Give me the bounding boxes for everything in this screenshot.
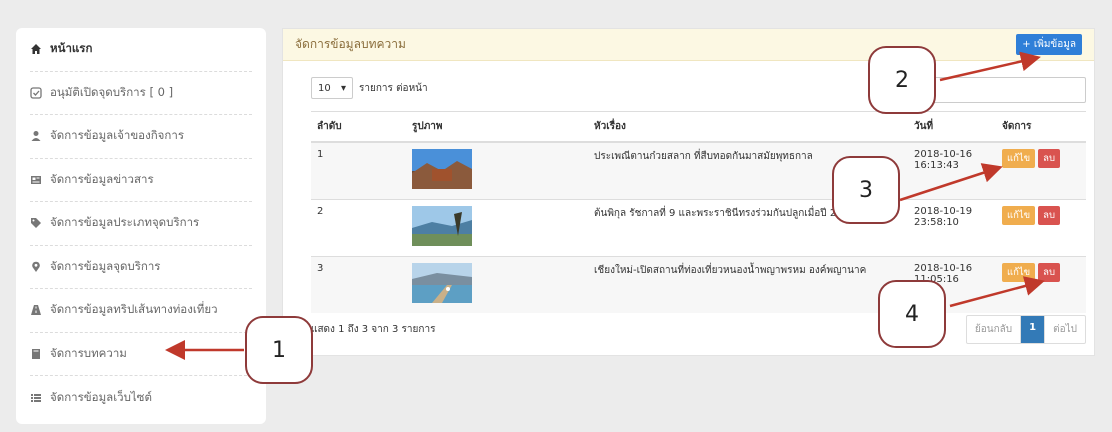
row-date: 2018-10-16 <box>914 262 973 274</box>
table-row: 3 เชียงใหม่-เปิดสถานที่ท่องเที่ยวหนองน้ำ… <box>311 255 1086 313</box>
tags-icon <box>30 217 42 229</box>
sidebar-item-label: จัดการข้อมูลเว็บไซต์ <box>50 389 152 404</box>
row-title: เชียงใหม่-เปิดสถานที่ท่องเที่ยวหนองน้ำพญ… <box>588 255 908 313</box>
sidebar-item-trips[interactable]: จัดการข้อมูลทริปเส้นทางท่องเที่ยว <box>30 289 252 333</box>
sidebar-item-website[interactable]: จัดการข้อมูลเว็บไซต์ <box>30 376 252 420</box>
delete-button[interactable]: ลบ <box>1038 149 1061 168</box>
callout-2: 2 <box>868 46 936 114</box>
sidebar-item-articles[interactable]: จัดการบทความ <box>30 333 252 376</box>
row-datetime: 2018-10-16 16:13:43 <box>908 141 996 199</box>
list-icon <box>30 392 42 404</box>
callout-3: 3 <box>832 156 900 224</box>
row-actions: แก้ไข ลบ <box>996 198 1086 256</box>
map-marker-icon <box>30 261 42 273</box>
pagination: ย้อนกลับ 1 ต่อไป <box>965 315 1086 344</box>
row-actions: แก้ไข ลบ <box>996 255 1086 313</box>
callout-4: 4 <box>878 280 946 348</box>
add-article-button[interactable]: + เพิ่มข้อมูล <box>1016 34 1082 55</box>
sidebar-item-news[interactable]: จัดการข้อมูลข่าวสาร <box>30 159 252 202</box>
sidebar: หน้าแรก อนุมัติเปิดจุดบริการ [ 0 ] จัดกา… <box>16 28 266 424</box>
table-row: 2 ต้นพิกุล รัชกาลที่ 9 และพระราชินีทรงร่… <box>311 198 1086 256</box>
sidebar-item-label: จัดการข้อมูลข่าวสาร <box>50 171 154 186</box>
col-header-no[interactable]: ลำดับ <box>311 111 406 143</box>
row-time: 16:13:43 <box>914 160 959 171</box>
prev-page-button[interactable]: ย้อนกลับ <box>967 316 1022 343</box>
sidebar-item-approve[interactable]: อนุมัติเปิดจุดบริการ [ 0 ] <box>30 72 252 115</box>
edit-button[interactable]: แก้ไข <box>1002 262 1036 282</box>
col-header-actions: จัดการ <box>996 111 1086 143</box>
book-icon <box>30 348 42 360</box>
page-1-button[interactable]: 1 <box>1021 316 1046 343</box>
page-title: จัดการข้อมูลบทความ <box>295 37 406 51</box>
row-time: 23:58:10 <box>914 216 959 228</box>
chevron-down-icon: ▾ <box>340 82 346 94</box>
next-page-button[interactable]: ต่อไป <box>1045 316 1085 343</box>
sidebar-item-label: จัดการข้อมูลเจ้าของกิจการ <box>50 128 185 143</box>
user-icon <box>30 130 42 142</box>
sidebar-item-home[interactable]: หน้าแรก <box>30 28 252 72</box>
delete-button[interactable]: ลบ <box>1038 262 1061 282</box>
search-input[interactable] <box>926 77 1086 103</box>
row-date: 2018-10-16 <box>914 149 973 160</box>
page-length-select[interactable]: 10 ▾ <box>311 77 353 99</box>
page-length-label: รายการ ต่อหน้า <box>359 82 428 94</box>
sidebar-item-label: จัดการบทความ <box>50 345 127 360</box>
sidebar-item-label: จัดการข้อมูลทริปเส้นทางท่องเที่ยว <box>50 302 218 317</box>
delete-button[interactable]: ลบ <box>1038 205 1061 225</box>
row-actions: แก้ไข ลบ <box>996 141 1086 199</box>
table-info: แสดง 1 ถึง 3 จาก 3 รายการ <box>311 324 436 335</box>
articles-table: ลำดับ รูปภาพ หัวเรื่อง วันที่ จัดการ 1 ป… <box>311 111 1086 313</box>
sidebar-item-label: อนุมัติเปิดจุดบริการ [ 0 ] <box>50 84 174 99</box>
edit-button[interactable]: แก้ไข <box>1002 149 1036 168</box>
sidebar-item-owners[interactable]: จัดการข้อมูลเจ้าของกิจการ <box>30 115 252 159</box>
col-header-title[interactable]: หัวเรื่อง <box>588 111 908 143</box>
edit-button[interactable]: แก้ไข <box>1002 205 1036 225</box>
road-icon <box>30 304 42 316</box>
row-image-cell <box>406 255 588 313</box>
sidebar-item-label: จัดการข้อมูลจุดบริการ <box>50 258 161 273</box>
length-control: 10 ▾ รายการ ต่อหน้า <box>311 77 428 99</box>
sidebar-item-label: จัดการข้อมูลประเภทจุดบริการ <box>50 215 200 230</box>
panel-header: จัดการข้อมูลบทความ + เพิ่มข้อมูล <box>283 29 1094 61</box>
row-image-cell <box>406 141 588 199</box>
article-thumbnail <box>412 262 472 303</box>
row-date: 2018-10-19 <box>914 205 973 217</box>
news-icon <box>30 174 42 186</box>
sidebar-item-service-points[interactable]: จัดการข้อมูลจุดบริการ <box>30 246 252 289</box>
callout-1: 1 <box>245 316 313 384</box>
page-length-value: 10 <box>318 82 331 94</box>
sidebar-item-service-types[interactable]: จัดการข้อมูลประเภทจุดบริการ <box>30 202 252 246</box>
home-icon <box>30 43 42 55</box>
check-square-icon <box>30 87 42 99</box>
article-thumbnail <box>412 149 472 189</box>
col-header-date[interactable]: วันที่ <box>908 111 996 143</box>
row-image-cell <box>406 198 588 256</box>
articles-panel: จัดการข้อมูลบทความ + เพิ่มข้อมูล 10 ▾ รา… <box>282 28 1095 356</box>
row-number: 3 <box>311 255 406 313</box>
row-number: 1 <box>311 141 406 199</box>
article-thumbnail <box>412 205 472 246</box>
row-number: 2 <box>311 198 406 256</box>
table-row: 1 ประเพณีตานก๋วยสลาก ที่สืบทอดกันมาสมัยพ… <box>311 141 1086 199</box>
col-header-image[interactable]: รูปภาพ <box>406 111 588 143</box>
sidebar-item-label: หน้าแรก <box>50 41 93 56</box>
row-datetime: 2018-10-19 23:58:10 <box>908 198 996 256</box>
